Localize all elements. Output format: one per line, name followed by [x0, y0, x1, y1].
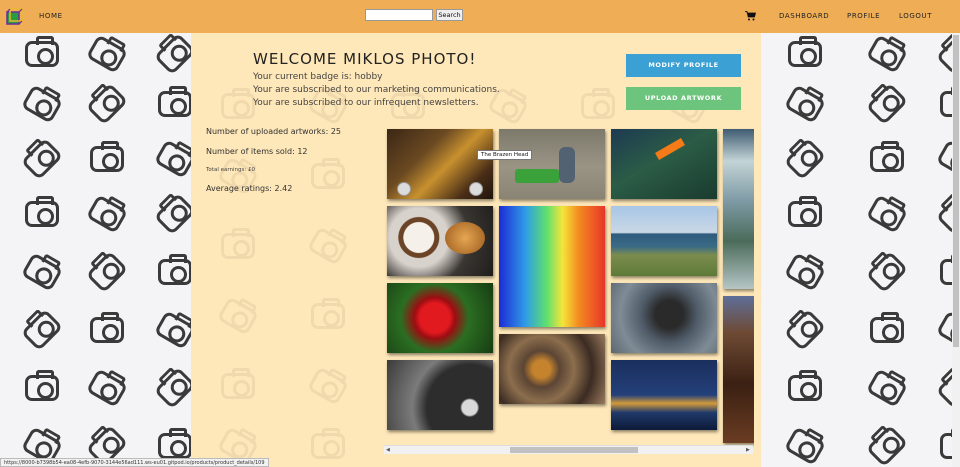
camera-pattern-icon — [85, 82, 129, 126]
trash-icon[interactable] — [469, 182, 483, 196]
artwork-thumb-waterfall[interactable] — [723, 129, 754, 289]
camera-pattern-icon — [870, 141, 904, 172]
camera-pattern-icon — [153, 310, 197, 350]
artwork-gallery — [384, 128, 754, 454]
nav-logout-link[interactable]: LOGOUT — [899, 12, 932, 20]
camera-pattern-icon — [158, 86, 192, 117]
nav-home-link[interactable]: HOME — [39, 12, 63, 20]
artwork-thumb-coffee-beans[interactable] — [723, 296, 754, 443]
camera-pattern-icon — [788, 370, 822, 401]
camera-pattern-icon — [865, 250, 909, 294]
artwork-thumb-night-bridge[interactable] — [611, 360, 717, 430]
camera-pattern-icon — [85, 368, 129, 408]
badge-text: Your current badge is: hobby — [253, 72, 383, 82]
artwork-thumb-coastal-cliff[interactable] — [611, 206, 717, 276]
artwork-thumb-bmw-wheel[interactable] — [387, 360, 493, 430]
uploaded-artworks-count: Number of uploaded artworks: 25 — [206, 127, 341, 136]
artwork-thumb-bird-of-paradise[interactable] — [611, 129, 717, 199]
page-scroll-thumb[interactable] — [953, 35, 959, 347]
artwork-thumb-red-rose[interactable] — [387, 283, 493, 353]
camera-pattern-icon — [25, 196, 59, 227]
camera-pattern-icon — [158, 428, 192, 459]
gallery-scroll-thumb[interactable] — [510, 447, 638, 453]
camera-pattern-icon — [865, 34, 909, 74]
camera-pattern-icon — [306, 366, 350, 406]
nav-profile-link[interactable]: PROFILE — [847, 12, 880, 20]
edit-icon[interactable] — [397, 182, 411, 196]
gallery-horizontal-scrollbar[interactable]: ◀ ▶ — [384, 445, 753, 454]
upload-artwork-button[interactable]: UPLOAD ARTWORK — [626, 87, 741, 110]
camera-pattern-icon — [85, 194, 129, 234]
camera-pattern-icon — [221, 228, 255, 259]
camera-pattern-icon — [25, 370, 59, 401]
artwork-thumb-thermal-drink[interactable] — [499, 206, 605, 327]
camera-pattern-icon — [20, 84, 64, 124]
search-input[interactable] — [365, 9, 433, 21]
camera-pattern-icon — [90, 312, 124, 343]
page-vertical-scrollbar[interactable] — [952, 33, 960, 467]
camera-pattern-icon — [865, 424, 909, 467]
nav-dashboard-link[interactable]: DASHBOARD — [779, 12, 829, 20]
camera-pattern-icon — [158, 254, 192, 285]
camera-pattern-icon — [865, 82, 909, 126]
camera-pattern-icon — [783, 84, 827, 124]
artwork-thumb-chimpanzee[interactable] — [611, 283, 717, 353]
artwork-title-tooltip: The Brazen Head — [477, 150, 533, 160]
camera-pattern-icon — [788, 36, 822, 67]
camera-pattern-icon — [311, 298, 345, 329]
shopping-cart-icon[interactable] — [745, 11, 756, 21]
profile-panel: WELCOME MIKLOS PHOTO! Your current badge… — [191, 33, 761, 467]
modify-profile-button[interactable]: MODIFY PROFILE — [626, 54, 741, 77]
artwork-thumb-dried-fruit[interactable] — [499, 334, 605, 404]
camera-pattern-icon — [20, 308, 64, 352]
average-ratings: Average ratings: 2.42 — [206, 184, 293, 193]
scroll-left-arrow-icon[interactable]: ◀ — [386, 447, 390, 453]
status-bar-url: https://8000-b7398b54-ea08-4efb-9070-314… — [0, 458, 269, 467]
camera-pattern-icon — [20, 137, 64, 181]
camera-pattern-icon — [783, 308, 827, 352]
scroll-right-arrow-icon[interactable]: ▶ — [746, 447, 750, 453]
items-sold-count: Number of items sold: 12 — [206, 147, 308, 156]
camera-pattern-icon — [85, 34, 129, 74]
camera-pattern-icon — [153, 366, 197, 410]
camera-pattern-icon — [311, 428, 345, 459]
camera-pattern-icon — [783, 252, 827, 292]
camera-pattern-icon — [221, 368, 255, 399]
camera-pattern-icon — [85, 250, 129, 294]
camera-pattern-icon — [870, 312, 904, 343]
total-earnings: Total earnings: £0 — [206, 167, 255, 173]
camera-pattern-icon — [153, 192, 197, 236]
camera-pattern-icon — [153, 33, 197, 76]
camera-pattern-icon — [783, 137, 827, 181]
camera-pattern-icon — [90, 141, 124, 172]
search-button[interactable]: Search — [436, 9, 463, 21]
welcome-heading: WELCOME MIKLOS PHOTO! — [253, 50, 477, 68]
logo-icon[interactable] — [6, 8, 24, 26]
camera-pattern-icon — [865, 194, 909, 234]
camera-pattern-icon — [221, 88, 255, 119]
camera-pattern-icon — [20, 252, 64, 292]
camera-pattern-icon — [216, 296, 260, 336]
camera-pattern-icon — [153, 139, 197, 179]
artwork-thumb-coffee-croissant[interactable] — [387, 206, 493, 276]
camera-pattern-icon — [306, 226, 350, 266]
camera-pattern-icon — [25, 36, 59, 67]
marketing-subscription-text: Your are subscribed to our marketing com… — [253, 85, 500, 95]
artwork-thumb-pub-interior[interactable] — [387, 129, 493, 199]
camera-pattern-icon — [783, 426, 827, 466]
artwork-thumb-child-on-bench[interactable] — [499, 129, 605, 199]
camera-pattern-icon — [788, 196, 822, 227]
camera-pattern-icon — [581, 88, 615, 119]
newsletter-subscription-text: Your are subscribed to our infrequent ne… — [253, 98, 479, 108]
camera-pattern-icon — [311, 158, 345, 189]
camera-pattern-icon — [865, 368, 909, 408]
top-navbar: HOME Search DASHBOARD PROFILE LOGOUT — [0, 0, 960, 33]
